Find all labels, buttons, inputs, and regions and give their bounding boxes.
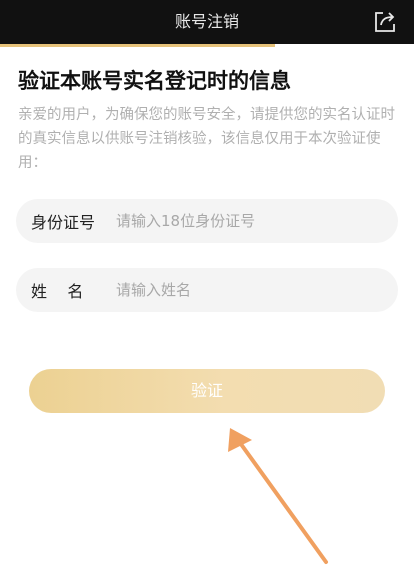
annotation-arrow <box>228 428 328 564</box>
